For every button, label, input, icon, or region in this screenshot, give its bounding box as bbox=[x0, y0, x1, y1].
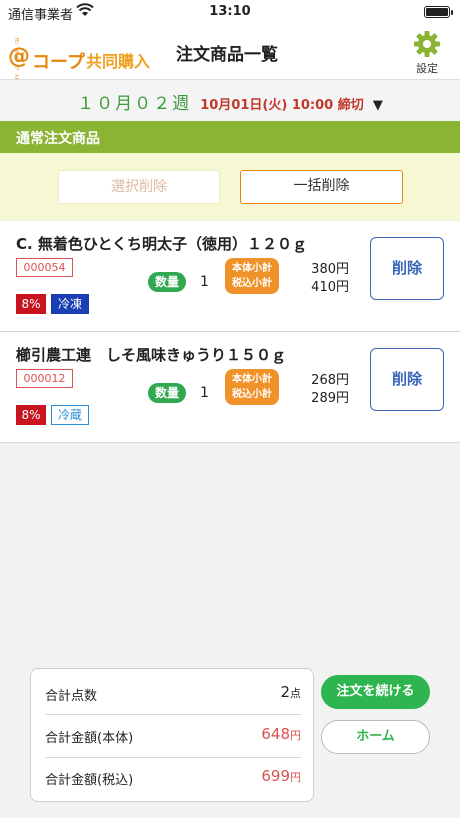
clock: 13:10 bbox=[209, 4, 251, 19]
delete-item-button[interactable]: 削除 bbox=[370, 348, 444, 411]
tax-total-label: 合計金額(税込) bbox=[45, 773, 134, 788]
count-value: 2点 bbox=[280, 683, 301, 701]
bulk-actions-bar: 選択削除 一括削除 bbox=[0, 153, 460, 220]
price-base: 380円 bbox=[311, 262, 349, 277]
logo-kyodo: 共同購入 bbox=[86, 52, 151, 71]
subtotal-base-label: 本体小計 bbox=[232, 374, 272, 385]
price-tax: 410円 bbox=[311, 280, 349, 295]
summary-count-row: 合計点数 2点 bbox=[45, 673, 301, 714]
tax-rate-badge: 8% bbox=[16, 294, 46, 314]
bulk-delete-button[interactable]: 一括削除 bbox=[240, 170, 403, 204]
item-name: C. 無着色ひとくち明太子（徳用）１２０ｇ bbox=[16, 235, 308, 253]
app-header: きょうっと @ コープ 共同購入 注文商品一覧 設定 bbox=[0, 24, 460, 81]
select-delete-button[interactable]: 選択削除 bbox=[58, 170, 220, 204]
status-bar: 通信事業者 13:10 bbox=[0, 0, 460, 24]
gear-icon bbox=[414, 31, 440, 57]
settings-button[interactable]: 設定 bbox=[412, 30, 442, 76]
summary-tax-row: 合計金額(税込) 699円 bbox=[45, 757, 301, 798]
quantity-badge: 数量 bbox=[148, 272, 186, 292]
base-total-label: 合計金額(本体) bbox=[45, 731, 134, 746]
battery-icon bbox=[424, 6, 453, 18]
temperature-badge: 冷凍 bbox=[51, 294, 89, 314]
base-total-value: 648円 bbox=[261, 725, 301, 743]
logo-coop: コープ bbox=[32, 52, 85, 73]
list-item[interactable]: C. 無着色ひとくち明太子（徳用）１２０ｇ 000054 8% 冷凍 数量 1 … bbox=[0, 221, 460, 332]
quantity-badge: 数量 bbox=[148, 383, 186, 403]
subtotal-base-label: 本体小計 bbox=[232, 263, 272, 274]
item-code: 000054 bbox=[16, 258, 73, 277]
item-name: 櫛引農工連 しそ風味きゅうり１５０ｇ bbox=[16, 346, 287, 364]
week-selector[interactable]: １０月０２週 10月01日(火) 10:00 締切 ▼ bbox=[0, 80, 460, 121]
count-label: 合計点数 bbox=[45, 689, 98, 704]
settings-label: 設定 bbox=[416, 62, 438, 75]
continue-order-button[interactable]: 注文を続ける bbox=[321, 675, 430, 709]
logo-at: @ bbox=[8, 44, 30, 69]
list-item[interactable]: 櫛引農工連 しそ風味きゅうり１５０ｇ 000012 8% 冷蔵 数量 1 本体小… bbox=[0, 332, 460, 443]
tax-total-value: 699円 bbox=[261, 767, 301, 785]
quantity-value: 1 bbox=[200, 274, 209, 290]
price-base: 268円 bbox=[311, 373, 349, 388]
deadline-label: 10月01日(火) 10:00 締切 bbox=[200, 98, 364, 113]
delete-item-button[interactable]: 削除 bbox=[370, 237, 444, 300]
item-code: 000012 bbox=[16, 369, 73, 388]
subtotal-tax-label: 税込小計 bbox=[232, 389, 272, 400]
week-label: １０月０２週 bbox=[77, 94, 192, 114]
subtotal-badge: 本体小計 税込小計 bbox=[225, 369, 279, 405]
subtotal-badge: 本体小計 税込小計 bbox=[225, 258, 279, 294]
order-summary: 合計点数 2点 合計金額(本体) 648円 合計金額(税込) 699円 bbox=[30, 668, 314, 802]
subtotal-tax-label: 税込小計 bbox=[232, 278, 272, 289]
section-header: 通常注文商品 bbox=[0, 121, 460, 153]
home-button[interactable]: ホーム bbox=[321, 720, 430, 754]
temperature-badge: 冷蔵 bbox=[51, 405, 89, 425]
summary-base-row: 合計金額(本体) 648円 bbox=[45, 715, 301, 756]
tax-rate-badge: 8% bbox=[16, 405, 46, 425]
dropdown-triangle-icon: ▼ bbox=[372, 98, 383, 113]
page-title: 注文商品一覧 bbox=[176, 45, 278, 65]
price-tax: 289円 bbox=[311, 391, 349, 406]
quantity-value: 1 bbox=[200, 385, 209, 401]
